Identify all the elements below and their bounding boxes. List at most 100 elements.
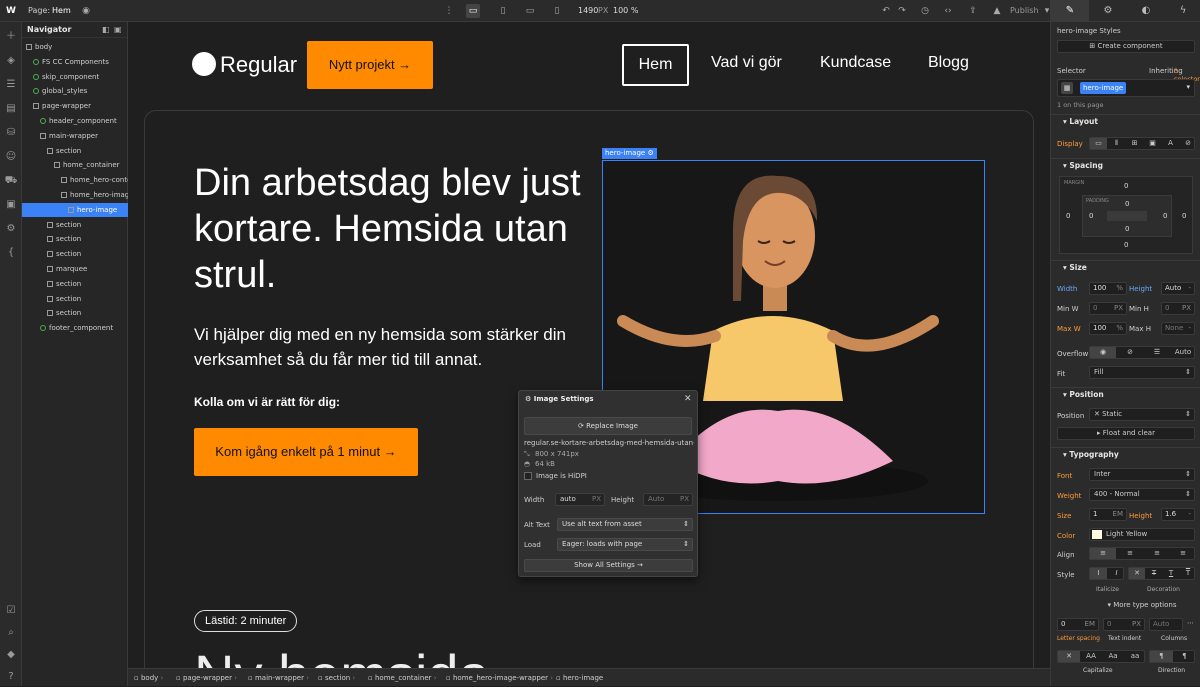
selector-chip[interactable]: hero-image: [1080, 82, 1127, 94]
menu-item-blogg[interactable]: Blogg: [928, 54, 969, 72]
navigator-item[interactable]: body: [22, 40, 128, 54]
direction-control[interactable]: ¶ ¶: [1149, 650, 1195, 663]
capitalize-icon[interactable]: Aa: [1102, 651, 1124, 662]
align-right-icon[interactable]: ≡: [1144, 548, 1170, 559]
get-started-button[interactable]: Kom igång enkelt på 1 minut →: [194, 428, 418, 476]
overline-icon[interactable]: T: [1180, 568, 1196, 579]
padding-right[interactable]: 0: [1163, 212, 1167, 220]
selector-field[interactable]: ▦ hero-image ▾: [1057, 79, 1195, 97]
navigator-item[interactable]: footer_component: [22, 321, 128, 335]
export-icon[interactable]: ⇪: [966, 4, 980, 18]
spacing-section-header[interactable]: ▾ Spacing: [1051, 158, 1200, 172]
cube-icon[interactable]: ◈: [4, 54, 18, 68]
navigator-item[interactable]: global_styles: [22, 84, 128, 98]
interactions-drop-icon[interactable]: ◐: [1127, 0, 1165, 22]
navigator-item[interactable]: section: [22, 306, 128, 320]
ecommerce-icon[interactable]: ⛟: [4, 174, 18, 188]
add-icon[interactable]: ＋: [4, 30, 18, 44]
breadcrumb-item[interactable]: ▫ section ›: [318, 669, 355, 687]
columns-input[interactable]: Auto: [1149, 618, 1183, 631]
variables-icon[interactable]: {: [4, 246, 18, 260]
italic-icon[interactable]: I: [1108, 568, 1125, 579]
layout-section-header[interactable]: ▾ Layout: [1051, 114, 1200, 128]
overflow-segmented-control[interactable]: ◉ ⊘ ☰ Auto: [1089, 346, 1195, 359]
navigator-item[interactable]: section: [22, 144, 128, 158]
letter-spacing-input[interactable]: 0 EM: [1057, 618, 1099, 631]
show-all-settings-button[interactable]: Show All Settings →: [524, 559, 693, 572]
replace-image-button[interactable]: ⟳ Replace Image: [524, 417, 692, 435]
navigator-item[interactable]: skip_component: [22, 70, 128, 84]
users-icon[interactable]: ☺: [4, 150, 18, 164]
navigator-item[interactable]: FS CC Components: [22, 55, 128, 69]
navigator-item[interactable]: home_container: [22, 158, 128, 172]
mobile-breakpoint-icon[interactable]: ▯: [550, 4, 564, 18]
margin-left[interactable]: 0: [1066, 212, 1070, 220]
navigator-item[interactable]: section: [22, 292, 128, 306]
page-name[interactable]: Hem: [52, 0, 71, 22]
capitalize-control[interactable]: ✕ AA Aa aa: [1057, 650, 1145, 663]
close-icon[interactable]: ✕: [684, 394, 692, 404]
padding-bottom[interactable]: 0: [1125, 225, 1129, 233]
more-icon[interactable]: ⋯: [1187, 619, 1194, 627]
overflow-visible-icon[interactable]: ◉: [1090, 347, 1116, 358]
font-size-input[interactable]: 1 EM: [1089, 508, 1127, 521]
canvas-width[interactable]: 1490: [578, 0, 598, 22]
menu-item-hem[interactable]: Hem: [622, 44, 689, 86]
weight-select[interactable]: 400 - Normal ⇕: [1089, 488, 1195, 501]
new-project-button[interactable]: Nytt projekt →: [307, 41, 433, 89]
display-block-icon[interactable]: ▭: [1090, 138, 1107, 149]
interactions-bolt-icon[interactable]: ϟ: [1165, 0, 1200, 22]
height-input[interactable]: Auto -: [1161, 282, 1195, 295]
max-height-input[interactable]: None -: [1161, 322, 1195, 335]
pages-icon[interactable]: ▤: [4, 102, 18, 116]
breadcrumb-item[interactable]: ▫ body ›: [134, 669, 163, 687]
cms-icon[interactable]: ⛁: [4, 126, 18, 140]
checklist-icon[interactable]: ☑: [4, 604, 18, 618]
navigator-item[interactable]: header_component: [22, 114, 128, 128]
breadcrumb-item[interactable]: ▫ hero-image: [556, 669, 603, 687]
decoration-control[interactable]: ✕ T T T: [1128, 567, 1195, 580]
italic-control[interactable]: I I: [1089, 567, 1124, 580]
chevron-down-icon[interactable]: ▾: [1186, 82, 1190, 93]
align-left-icon[interactable]: ≡: [1090, 548, 1116, 559]
style-brush-icon[interactable]: ✎: [1051, 0, 1089, 22]
navigator-item[interactable]: page-wrapper: [22, 99, 128, 113]
desktop-breakpoint-icon[interactable]: ▭: [466, 4, 480, 18]
publish-button[interactable]: Publish: [1010, 0, 1039, 22]
breadcrumb-item[interactable]: ▫ main-wrapper ›: [248, 669, 309, 687]
fit-select-field[interactable]: Fill ⇕: [1089, 366, 1195, 379]
more-type-options-toggle[interactable]: ▾ More type options: [1089, 601, 1195, 609]
webflow-logo-icon[interactable]: W: [4, 4, 18, 18]
navigator-item[interactable]: section: [22, 218, 128, 232]
display-none-icon[interactable]: ⊘: [1180, 138, 1196, 149]
lowercase-icon[interactable]: aa: [1124, 651, 1146, 662]
width-input[interactable]: 100%: [1089, 282, 1127, 295]
alt-text-select[interactable]: Use alt text from asset ⇕: [557, 518, 693, 531]
site-logo[interactable]: Regular: [192, 52, 297, 78]
rtl-icon[interactable]: ¶: [1173, 651, 1196, 662]
height-input[interactable]: Auto PX: [643, 493, 693, 506]
margin-bottom[interactable]: 0: [1124, 241, 1128, 249]
navigator-item[interactable]: marquee: [22, 262, 128, 276]
navigator-item[interactable]: section: [22, 232, 128, 246]
strikethrough-icon[interactable]: T: [1146, 568, 1162, 579]
undo-icon[interactable]: ↶: [879, 4, 893, 18]
display-grid-icon[interactable]: ⊞: [1126, 138, 1143, 149]
max-width-input[interactable]: 100%: [1089, 322, 1127, 335]
navigator-item[interactable]: section: [22, 277, 128, 291]
min-width-input[interactable]: 0 PX: [1089, 302, 1127, 315]
breadcrumb-item[interactable]: ▫ home_container ›: [368, 669, 437, 687]
navigator-item[interactable]: section: [22, 247, 128, 261]
help-icon[interactable]: ?: [4, 670, 18, 684]
margin-top[interactable]: 0: [1124, 182, 1128, 190]
align-segmented-control[interactable]: ≡ ≡ ≡ ≡: [1089, 547, 1195, 560]
history-icon[interactable]: ◷: [918, 4, 932, 18]
eye-icon[interactable]: ◉: [79, 4, 93, 18]
color-picker[interactable]: Light Yellow: [1089, 528, 1195, 541]
position-select[interactable]: ✕ Static ⇕: [1089, 408, 1195, 421]
landscape-breakpoint-icon[interactable]: ▭: [523, 4, 537, 18]
display-segmented-control[interactable]: ▭ ⫴ ⊞ ▣ A ⊘: [1089, 137, 1195, 150]
menu-item-kundcase[interactable]: Kundcase: [820, 54, 891, 72]
collapse-icon[interactable]: ▣: [114, 25, 122, 34]
ltr-icon[interactable]: ¶: [1150, 651, 1173, 662]
